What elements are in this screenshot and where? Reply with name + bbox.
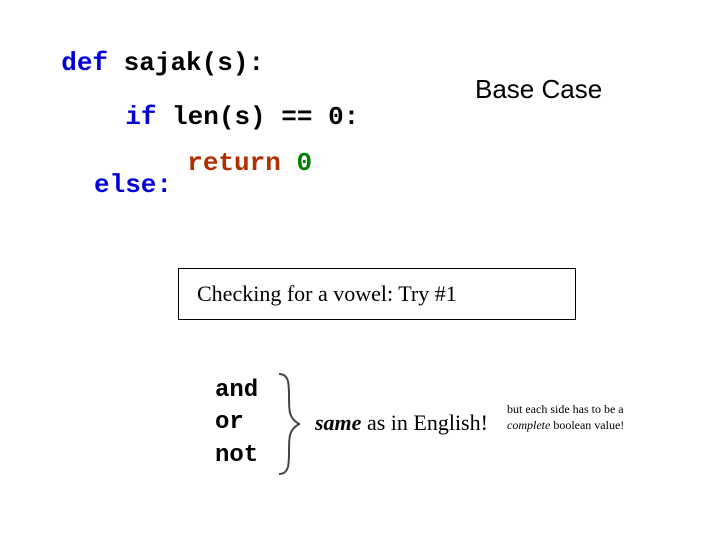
- tiny-note-line1: but each side has to be a: [507, 402, 682, 418]
- tiny-note-line2: complete boolean value!: [507, 418, 682, 434]
- tiny-note: but each side has to be a complete boole…: [507, 402, 682, 433]
- literal-zero: 0: [296, 148, 312, 178]
- op-and: and: [215, 375, 258, 407]
- op-or: or: [215, 407, 258, 439]
- code-line-def: def sajak(s):: [30, 18, 264, 78]
- tiny-note-complete: complete: [507, 418, 550, 432]
- vowel-box: Checking for a vowel: Try #1: [178, 268, 576, 320]
- boolean-ops: and or not: [215, 375, 258, 472]
- same-rest: as in English!: [361, 410, 488, 435]
- curly-brace-icon: [275, 372, 303, 481]
- tiny-note-rest: boolean value!: [550, 418, 624, 432]
- same-as-english: same as in English!: [315, 410, 488, 436]
- keyword-return: return: [187, 148, 281, 178]
- code-line-else: else:: [94, 170, 172, 200]
- same-bold-italic: same: [315, 410, 361, 435]
- op-not: not: [215, 440, 258, 472]
- keyword-if: if: [125, 102, 156, 132]
- code-return-sp: [281, 148, 297, 178]
- code-line-return: return 0: [156, 118, 312, 178]
- base-case-label: Base Case: [475, 74, 602, 105]
